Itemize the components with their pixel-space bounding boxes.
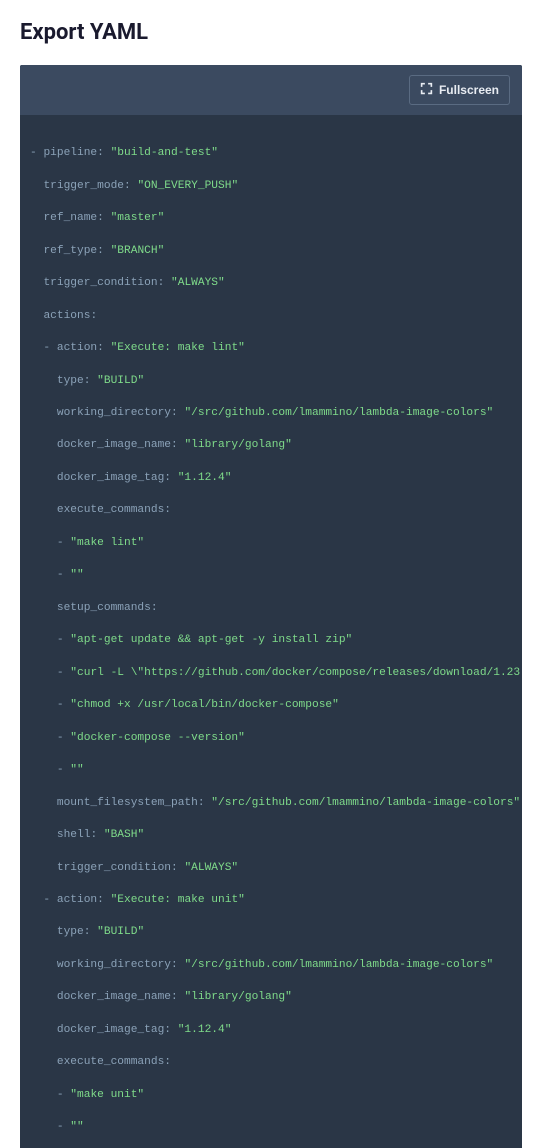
val-a1-type: "BUILD" (97, 375, 144, 387)
key-a1-sc: setup_commands (57, 602, 151, 614)
key-a2-ec: execute_commands (57, 1056, 164, 1068)
val-a1-sc4: "" (70, 764, 83, 776)
key-a1-ec: execute_commands (57, 504, 164, 516)
panel-header: Fullscreen (20, 65, 522, 115)
yaml-code: - pipeline: "build-and-test" trigger_mod… (20, 115, 522, 1148)
val-a1-mfp: "/src/github.com/lmammino/lambda-image-c… (211, 797, 520, 809)
val-a2-wd: "/src/github.com/lmammino/lambda-image-c… (184, 959, 493, 971)
val-a1-sc0: "apt-get update && apt-get -y install zi… (70, 634, 352, 646)
val-a1-sc3: "docker-compose --version" (70, 732, 245, 744)
val-a1-action: "Execute: make lint" (111, 342, 245, 354)
fullscreen-icon (420, 82, 433, 98)
key-actions: actions (43, 310, 90, 322)
val-a2-ec1: "" (70, 1121, 83, 1133)
val-a1-sc1: "curl -L \"https://github.com/docker/com… (70, 667, 522, 679)
val-ref-type: "BRANCH" (111, 245, 165, 257)
val-a1-ec1: "" (70, 569, 83, 581)
val-a1-dit: "1.12.4" (178, 472, 232, 484)
val-a2-type: "BUILD" (97, 926, 144, 938)
fullscreen-label: Fullscreen (439, 83, 499, 97)
val-a1-din: "library/golang" (184, 439, 291, 451)
val-trigger-condition: "ALWAYS" (171, 277, 225, 289)
val-a1-tc: "ALWAYS" (184, 862, 238, 874)
val-a1-shell: "BASH" (104, 829, 144, 841)
val-trigger-mode: "ON_EVERY_PUSH" (137, 180, 238, 192)
val-a2-ec0: "make unit" (70, 1089, 144, 1101)
fullscreen-button[interactable]: Fullscreen (409, 75, 510, 105)
val-a1-wd: "/src/github.com/lmammino/lambda-image-c… (184, 407, 493, 419)
val-ref-name: "master" (111, 212, 165, 224)
code-panel: Fullscreen - pipeline: "build-and-test" … (20, 65, 522, 1148)
val-pipeline: "build-and-test" (111, 147, 218, 159)
page-title: Export YAML (20, 20, 522, 45)
val-a2-din: "library/golang" (184, 991, 291, 1003)
val-a1-ec0: "make lint" (70, 537, 144, 549)
val-a2-dit: "1.12.4" (178, 1024, 232, 1036)
val-a1-sc2: "chmod +x /usr/local/bin/docker-compose" (70, 699, 339, 711)
val-a2-action: "Execute: make unit" (111, 894, 245, 906)
